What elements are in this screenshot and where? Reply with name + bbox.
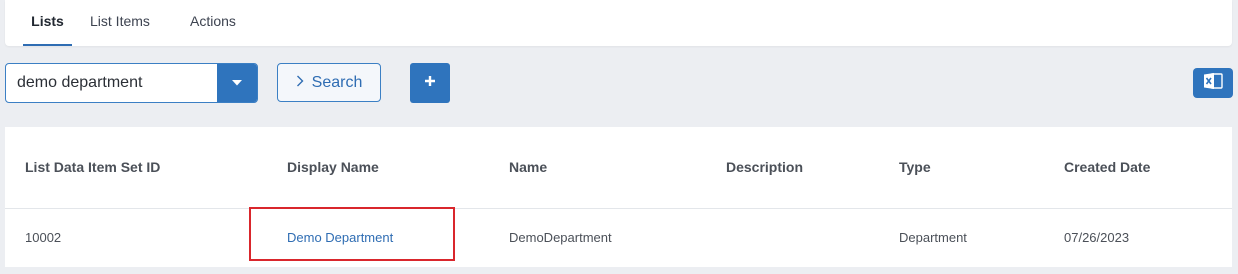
tab-bar: Lists List Items Actions	[5, 0, 1232, 46]
list-select-value: demo department	[17, 74, 143, 91]
chevron-right-icon	[296, 74, 304, 91]
excel-icon	[1203, 72, 1223, 95]
tab-actions[interactable]: Actions	[190, 0, 236, 46]
column-header-name: Name	[509, 159, 548, 175]
cell-name: DemoDepartment	[509, 230, 612, 245]
tab-lists[interactable]: Lists	[23, 0, 72, 46]
plus-icon	[424, 74, 436, 92]
search-button-label: Search	[311, 73, 363, 91]
table-header-row: List Data Item Set ID Display Name Name …	[5, 127, 1232, 209]
column-header-type: Type	[899, 159, 931, 175]
column-header-display-name: Display Name	[287, 159, 379, 175]
tab-list-items[interactable]: List Items	[90, 0, 150, 46]
add-button[interactable]	[410, 63, 450, 103]
cell-type: Department	[899, 230, 967, 245]
cell-id: 10002	[25, 230, 62, 245]
cell-display-name: Demo Department	[287, 209, 393, 267]
chevron-down-icon	[231, 79, 243, 87]
lists-table: List Data Item Set ID Display Name Name …	[5, 127, 1232, 267]
export-excel-button[interactable]	[1193, 68, 1233, 98]
display-name-link[interactable]: Demo Department	[287, 230, 393, 245]
table-row: 10002 Demo Department DemoDepartment Dep…	[5, 209, 1232, 267]
search-button[interactable]: Search	[277, 63, 381, 102]
list-select[interactable]: demo department	[5, 63, 258, 103]
column-header-description: Description	[726, 159, 804, 175]
column-header-id: List Data Item Set ID	[25, 159, 161, 175]
cell-created-date: 07/26/2023	[1064, 230, 1130, 245]
select-caret-button[interactable]	[217, 64, 257, 102]
column-header-created-date: Created Date	[1064, 159, 1151, 175]
